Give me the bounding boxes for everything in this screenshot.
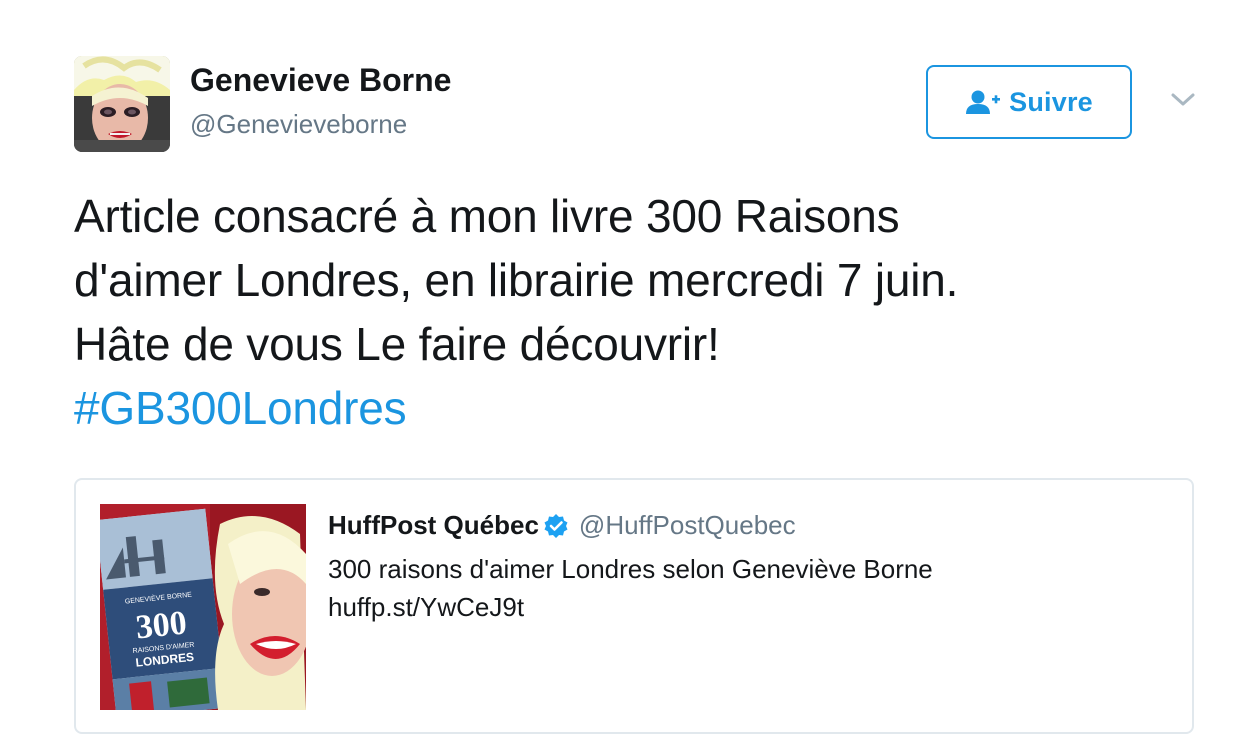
quoted-tweet-card[interactable]: GENEVIÈVE BORNE 300 RAISONS D'AIMER LOND…	[74, 478, 1194, 734]
follow-button[interactable]: Suivre	[926, 65, 1132, 139]
tweet-text-line: d'aimer Londres, en librairie mercredi 7…	[74, 254, 959, 306]
quoted-tweet-header: HuffPost Québec @HuffPostQuebec	[328, 510, 796, 541]
avatar-image	[74, 56, 170, 152]
follow-user-plus-icon	[965, 89, 1001, 115]
author-handle[interactable]: @Genevieveborne	[190, 109, 407, 140]
tweet-text: Article consacré à mon livre 300 Raisons…	[74, 184, 1204, 440]
book-number-text: 300	[134, 604, 189, 646]
chevron-down-icon[interactable]	[1168, 90, 1198, 110]
tweet-text-line: Article consacré à mon livre 300 Raisons	[74, 190, 900, 242]
follow-button-label: Suivre	[1009, 86, 1093, 117]
verified-badge-icon	[543, 513, 569, 539]
quoted-tweet-thumbnail[interactable]: GENEVIÈVE BORNE 300 RAISONS D'AIMER LOND…	[100, 504, 306, 710]
author-display-name[interactable]: Genevieve Borne	[190, 62, 451, 99]
hashtag-link[interactable]: #GB300Londres	[74, 376, 1204, 440]
quoted-tweet-author-name[interactable]: HuffPost Québec	[328, 510, 539, 541]
tweet-text-line: Hâte de vous Le faire découvrir!	[74, 318, 720, 370]
quoted-tweet-text: 300 raisons d'aimer Londres selon Genevi…	[328, 554, 933, 584]
quoted-tweet-author-handle[interactable]: @HuffPostQuebec	[579, 510, 796, 541]
quoted-tweet-link[interactable]: huffp.st/YwCeJ9t	[328, 588, 524, 626]
author-avatar[interactable]	[74, 56, 170, 152]
book-photo-image: GENEVIÈVE BORNE 300 RAISONS D'AIMER LOND…	[100, 504, 306, 710]
